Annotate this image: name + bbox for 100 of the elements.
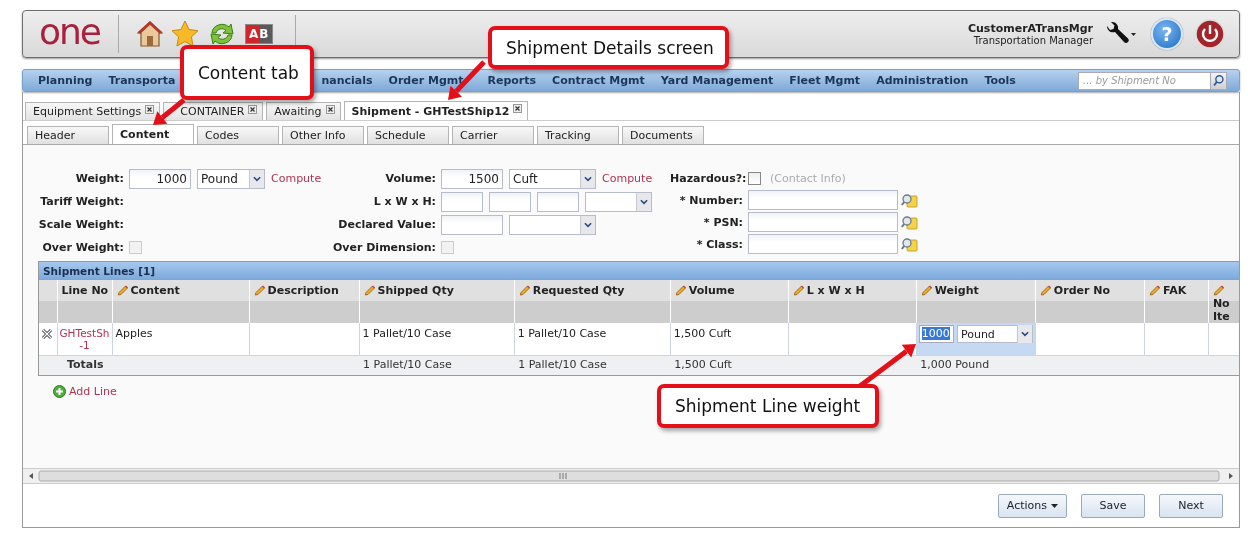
contact-info-link: (Contact Info) xyxy=(770,171,846,185)
power-icon[interactable] xyxy=(1195,19,1225,49)
caret-icon[interactable] xyxy=(1016,325,1032,343)
nav-menu-item[interactable]: Fleet Mgmt xyxy=(789,74,861,87)
refresh-icon[interactable] xyxy=(207,20,237,48)
unit-select[interactable]: Cuft xyxy=(509,168,596,189)
unit-select[interactable]: Pound xyxy=(956,325,1033,343)
table-cell: Apples xyxy=(112,323,250,356)
tab[interactable]: Header xyxy=(27,126,109,144)
tab[interactable]: Documents xyxy=(622,126,704,144)
nav-menu-item[interactable]: Planning xyxy=(38,74,93,87)
column-label: Volume xyxy=(688,284,735,297)
column-header[interactable]: Description xyxy=(249,280,360,323)
nav-menu-item[interactable]: nancials xyxy=(321,74,373,87)
declared-value-input[interactable] xyxy=(441,214,503,235)
column-label: Requested Qty xyxy=(532,284,625,297)
pencil-icon xyxy=(116,284,129,296)
tab[interactable]: Other Info xyxy=(282,126,364,144)
nav-menu-item[interactable]: Contract Mgmt xyxy=(552,74,645,87)
text-input[interactable] xyxy=(748,190,898,210)
volume-input[interactable]: 1500 xyxy=(441,168,503,189)
delete-icon[interactable] xyxy=(41,328,53,340)
nav-menu-item[interactable]: Transporta xyxy=(108,74,176,87)
column-header[interactable]: Requested Qty xyxy=(514,280,671,323)
column-header[interactable]: Line No xyxy=(57,280,112,323)
checkbox[interactable] xyxy=(748,171,761,185)
tab[interactable]: Tracking xyxy=(537,126,619,144)
column-label: Content xyxy=(130,284,180,297)
tab[interactable]: Carrier xyxy=(452,126,534,144)
column-header[interactable]: Content xyxy=(112,280,250,323)
tab[interactable]: CONTAINER xyxy=(163,102,264,120)
height-input[interactable] xyxy=(537,191,579,212)
column-label: Order No xyxy=(1053,284,1110,297)
footer-button[interactable]: Next xyxy=(1159,493,1223,518)
tab[interactable]: Codes xyxy=(197,126,279,144)
nav-menu-item[interactable]: Yard Management xyxy=(660,74,774,87)
tab[interactable]: Content xyxy=(112,124,194,144)
length-input[interactable] xyxy=(441,191,483,212)
field-label: Scale Weight: xyxy=(38,218,124,231)
tab[interactable]: Schedule xyxy=(367,126,449,144)
footer-button[interactable]: Save xyxy=(1081,493,1145,518)
callout: Shipment Details screen xyxy=(488,26,729,69)
column-header[interactable]: Weight xyxy=(916,280,1036,323)
close-icon[interactable] xyxy=(325,104,335,114)
field-label: Over Dimension: xyxy=(332,241,436,254)
close-icon[interactable] xyxy=(248,104,258,114)
column-header[interactable]: No Ite xyxy=(1208,280,1239,323)
add-icon[interactable] xyxy=(53,384,66,398)
ab-button[interactable]: AB xyxy=(245,24,274,44)
column-header[interactable]: Shipped Qty xyxy=(359,280,515,323)
text-input[interactable] xyxy=(748,234,898,254)
table-cell[interactable]: 1000 Pound xyxy=(916,323,1036,356)
column-label: L x W x H xyxy=(806,284,865,297)
search-button[interactable] xyxy=(1211,71,1227,90)
field-label: * PSN: xyxy=(702,215,743,229)
search-field[interactable]: ... by Shipment No xyxy=(1078,71,1211,90)
field-label: Weight: xyxy=(74,172,124,185)
nav-menu-item[interactable]: Order Mgmt xyxy=(388,74,464,87)
pencil-icon xyxy=(363,284,376,296)
nav-menu-item[interactable]: Tools xyxy=(984,74,1016,87)
close-icon[interactable] xyxy=(145,104,155,114)
table-cell: 1,500 Cuft xyxy=(670,323,789,356)
logo[interactable]: one xyxy=(39,14,100,50)
pencil-icon xyxy=(518,284,531,296)
weight-input[interactable]: 1000 xyxy=(918,325,954,343)
field-label: Volume: xyxy=(384,172,436,185)
column-header[interactable]: FAK xyxy=(1144,280,1209,323)
actions-menu-button[interactable]: Actions xyxy=(997,493,1067,518)
callout: Shipment Line weight xyxy=(657,384,879,428)
lookup-icon[interactable] xyxy=(901,214,918,230)
column-label: No Ite xyxy=(1212,297,1230,323)
field-label: Declared Value: xyxy=(337,218,436,231)
column-header[interactable]: L x W x H xyxy=(788,280,917,323)
column-label: Weight xyxy=(934,284,979,297)
lookup-icon[interactable] xyxy=(901,236,918,252)
weight-input[interactable]: 1000 xyxy=(129,168,191,189)
text-input[interactable] xyxy=(748,212,898,232)
close-icon[interactable] xyxy=(513,104,523,113)
unit-select[interactable]: Pound xyxy=(197,168,265,189)
compute-link[interactable]: Compute xyxy=(602,172,653,185)
star-icon[interactable] xyxy=(171,20,199,48)
column-header[interactable]: Order No xyxy=(1035,280,1145,323)
tab[interactable]: Shipment - GHTestShip12 xyxy=(343,101,529,120)
home-icon[interactable] xyxy=(137,20,163,48)
tab[interactable]: Awaiting xyxy=(266,102,341,120)
column-label: FAK xyxy=(1162,284,1187,297)
nav-menu-item[interactable]: Reports xyxy=(487,74,537,87)
column-header[interactable]: Volume xyxy=(670,280,789,323)
tab[interactable]: Equipment Settings xyxy=(25,102,161,120)
caret-icon[interactable] xyxy=(1051,503,1058,508)
lookup-icon[interactable] xyxy=(901,192,918,208)
nav-menu-item[interactable]: Administration xyxy=(876,74,969,87)
pencil-icon xyxy=(1039,284,1052,296)
add-line-link[interactable]: Add Line xyxy=(53,384,117,398)
table-cell: 1 Pallet/10 Case xyxy=(514,323,671,356)
compute-link[interactable]: Compute xyxy=(271,172,322,185)
field-label: L x W x H: xyxy=(372,195,436,208)
pencil-icon xyxy=(920,284,933,296)
column-label: Shipped Qty xyxy=(377,284,454,297)
width-input[interactable] xyxy=(489,191,531,212)
